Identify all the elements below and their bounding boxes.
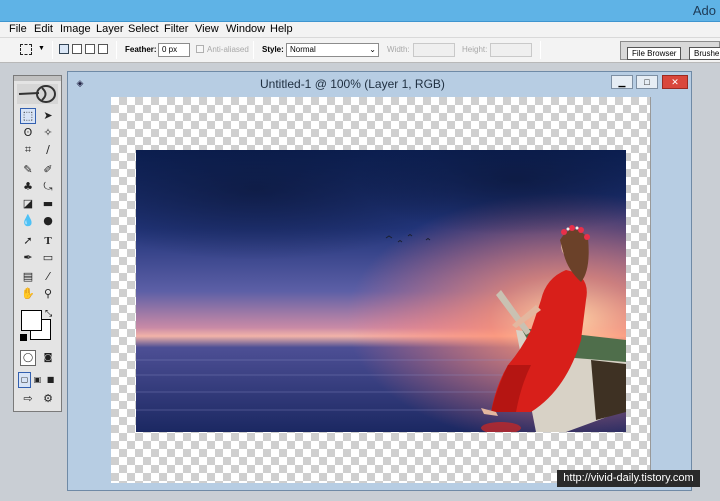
add-to-selection-icon[interactable]	[72, 44, 82, 54]
tab-brushes[interactable]: Brushe	[689, 47, 720, 60]
gradient-tool-icon[interactable]: ▬	[40, 196, 56, 212]
options-separator	[253, 41, 254, 59]
menu-filter[interactable]: Filter	[164, 23, 188, 35]
quick-mask-mode-icon[interactable]: ◙	[40, 350, 56, 366]
document-icon: ◈	[76, 78, 84, 88]
chevron-down-icon: ⌄	[369, 45, 376, 54]
menu-layer[interactable]: Layer	[96, 23, 124, 35]
default-colors-icon[interactable]	[20, 334, 27, 341]
anti-aliased-checkbox[interactable]	[196, 45, 204, 53]
zoom-tool-icon[interactable]: ⚲	[40, 286, 56, 302]
style-select-value: Normal	[290, 45, 316, 54]
subtract-from-selection-icon[interactable]	[85, 44, 95, 54]
tool-preset-chevron-icon[interactable]: ▼	[38, 45, 45, 52]
marquee-tool-preset-icon[interactable]	[20, 44, 32, 55]
type-tool-icon[interactable]: T	[40, 233, 56, 249]
height-input[interactable]	[490, 43, 532, 57]
app-title: Ado	[692, 3, 716, 18]
menu-edit[interactable]: Edit	[34, 23, 53, 35]
watermark-url: http://vivid-daily.tistory.com	[557, 470, 700, 487]
lasso-tool-icon[interactable]: ʘ	[20, 125, 36, 141]
path-selection-tool-icon[interactable]: ➚	[20, 233, 36, 249]
eyedropper-tool-icon[interactable]: ⁄	[40, 269, 56, 285]
toolbox-grip[interactable]	[14, 76, 61, 81]
crop-tool-icon[interactable]: ⌗	[20, 142, 36, 158]
options-separator	[540, 41, 541, 59]
clone-stamp-tool-icon[interactable]: ♣	[20, 179, 36, 195]
menu-window[interactable]: Window	[226, 23, 265, 35]
notes-tool-icon[interactable]: ▤	[20, 269, 36, 285]
minimize-button[interactable]: ▁	[611, 75, 633, 89]
app-title-bar: Ado	[0, 0, 720, 22]
standard-mode-icon[interactable]: ◯	[20, 350, 36, 366]
style-label: Style:	[262, 45, 284, 54]
toolbox: ⬚ ➤ ʘ ✧ ⌗ ∕ ✎ ✐ ♣ ⤿ ◪ ▬ 💧 ● ➚ T ✒ ▭ ▤ ⁄ …	[13, 75, 62, 412]
maximize-button[interactable]: □	[636, 75, 658, 89]
close-button[interactable]: ✕	[662, 75, 688, 89]
layer-image	[136, 150, 626, 432]
move-tool-icon[interactable]: ➤	[40, 108, 56, 124]
intersect-selection-icon[interactable]	[98, 44, 108, 54]
menu-help[interactable]: Help	[270, 23, 293, 35]
menu-view[interactable]: View	[195, 23, 219, 35]
rectangular-marquee-tool-icon[interactable]: ⬚	[20, 108, 36, 124]
document-title-bar[interactable]: ◈ Untitled-1 @ 100% (Layer 1, RGB) ▁ □ ✕	[68, 72, 691, 94]
document-title: Untitled-1 @ 100% (Layer 1, RGB)	[260, 77, 445, 91]
dodge-tool-icon[interactable]: ●	[40, 213, 56, 229]
width-input[interactable]	[413, 43, 455, 57]
feather-label: Feather:	[125, 45, 157, 54]
menu-bar: File Edit Image Layer Select Filter View…	[0, 22, 720, 38]
foreground-color-swatch[interactable]	[21, 310, 42, 331]
height-label: Height:	[462, 45, 488, 54]
menu-image[interactable]: Image	[60, 23, 91, 35]
palette-well: File Browser Brushe	[620, 41, 720, 60]
eraser-tool-icon[interactable]: ◪	[20, 196, 36, 212]
blur-tool-icon[interactable]: 💧	[20, 213, 36, 229]
feather-input[interactable]: 0 px	[158, 43, 190, 57]
options-separator	[116, 41, 117, 59]
tab-file-browser[interactable]: File Browser	[627, 47, 682, 60]
healing-brush-tool-icon[interactable]: ✎	[20, 162, 36, 178]
options-separator	[52, 41, 53, 59]
document-window: ◈ Untitled-1 @ 100% (Layer 1, RGB) ▁ □ ✕	[67, 71, 692, 491]
brush-tool-icon[interactable]: ✐	[40, 162, 56, 178]
magic-wand-tool-icon[interactable]: ✧	[40, 125, 56, 141]
hand-tool-icon[interactable]: ✋	[20, 286, 36, 302]
imageready-icon[interactable]: ⚙	[40, 391, 56, 407]
history-brush-tool-icon[interactable]: ⤿	[40, 179, 56, 195]
shape-tool-icon[interactable]: ▭	[40, 250, 56, 266]
menu-file[interactable]: File	[9, 23, 27, 35]
menu-select[interactable]: Select	[128, 23, 159, 35]
transparent-canvas[interactable]	[111, 97, 651, 483]
anti-aliased-label: Anti-aliased	[207, 45, 249, 54]
width-label: Width:	[387, 45, 410, 54]
photoshop-feather-logo-icon[interactable]	[17, 84, 58, 104]
swap-colors-icon[interactable]: ⤡	[45, 308, 52, 319]
slice-tool-icon[interactable]: ∕	[40, 142, 56, 158]
full-screen-menu-mode-icon[interactable]: ▣	[31, 372, 44, 388]
jump-to-imageready-icon[interactable]: ⇨	[20, 391, 36, 407]
full-screen-mode-icon[interactable]: ■	[44, 372, 57, 388]
options-bar: ▼ Feather: 0 px Anti-aliased Style: Norm…	[0, 38, 720, 63]
new-selection-icon[interactable]	[59, 44, 69, 54]
style-select[interactable]: Normal ⌄	[286, 43, 379, 57]
pen-tool-icon[interactable]: ✒	[20, 250, 36, 266]
standard-screen-mode-icon[interactable]: ▢	[18, 372, 31, 388]
